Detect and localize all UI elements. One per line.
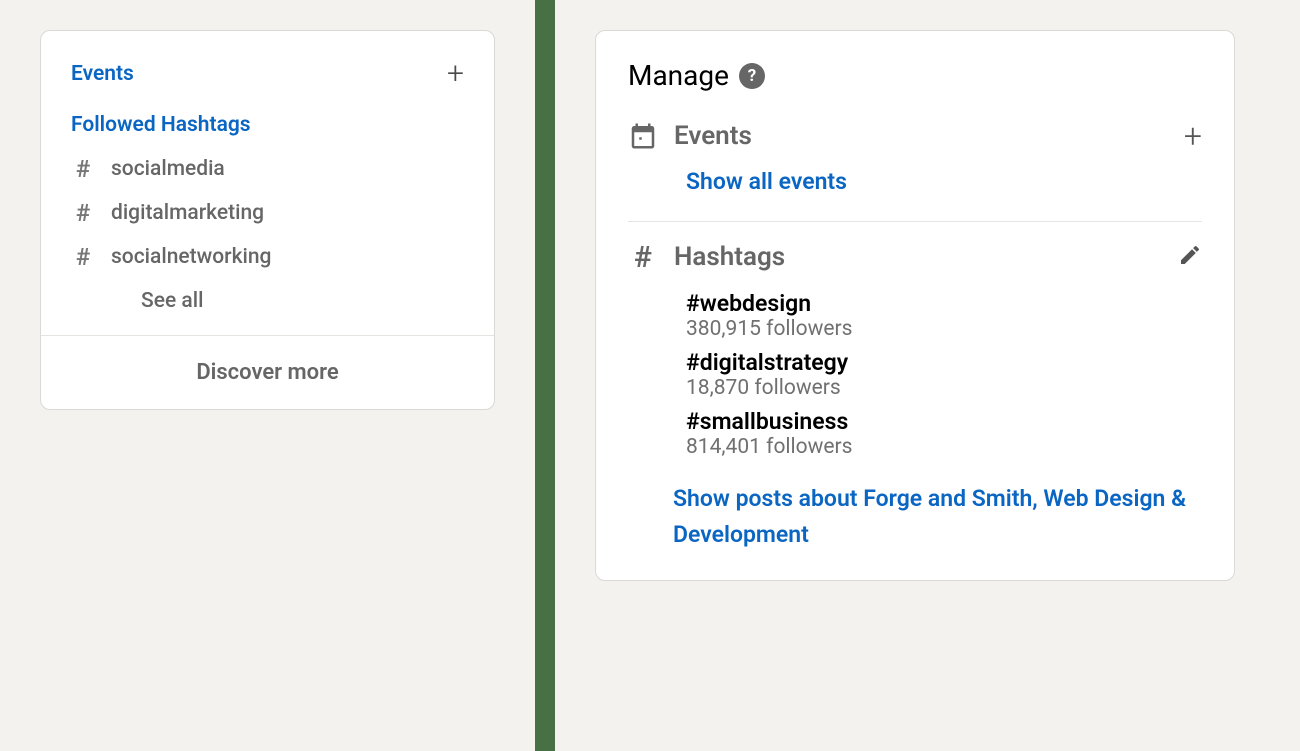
followed-hashtags-section: Followed Hashtags [41,101,494,137]
hashtag-followers: 380,915 followers [686,317,1202,341]
hashtags-row: # Hashtags [628,238,1202,276]
show-all-events-link[interactable]: Show all events [628,156,1202,215]
sidebar-card: Events + Followed Hashtags # socialmedia… [40,30,495,410]
plus-icon[interactable]: + [1184,120,1202,152]
manage-header: Manage ? [628,59,1202,92]
plus-icon[interactable]: + [447,59,464,89]
followed-hashtag-list: #webdesign 380,915 followers #digitalstr… [628,276,1202,459]
see-all-link[interactable]: See all [71,279,464,335]
vertical-divider [535,0,555,751]
hashtag-item[interactable]: # socialnetworking [71,235,464,279]
followed-hashtag-item[interactable]: #digitalstrategy 18,870 followers [686,349,1202,400]
manage-card: Manage ? Events + Show all events [595,30,1235,581]
followed-hashtags-link[interactable]: Followed Hashtags [71,113,251,137]
show-posts-link[interactable]: Show posts about Forge and Smith, Web De… [628,467,1202,552]
events-row: Events + [628,116,1202,156]
events-label: Events [674,121,752,151]
app-container: Events + Followed Hashtags # socialmedia… [0,0,1300,751]
hashtag-icon: # [71,243,95,271]
help-icon[interactable]: ? [739,63,765,89]
followed-hashtag-item[interactable]: #webdesign 380,915 followers [686,290,1202,341]
calendar-icon [628,121,658,151]
left-pane: Events + Followed Hashtags # socialmedia… [0,0,535,751]
hashtag-tag: #smallbusiness [686,408,1202,435]
hashtag-name: socialmedia [111,157,225,181]
edit-icon[interactable] [1178,243,1202,271]
events-section: Events + [41,31,494,101]
followed-hashtag-item[interactable]: #smallbusiness 814,401 followers [686,408,1202,459]
hashtag-tag: #webdesign [686,290,1202,317]
hashtag-icon: # [71,199,95,227]
events-link[interactable]: Events [71,62,134,86]
hashtag-list: # socialmedia # digitalmarketing # socia… [41,137,494,335]
hashtags-label: Hashtags [674,242,785,272]
hashtag-name: socialnetworking [111,245,271,269]
hashtag-icon: # [628,242,658,272]
hashtag-followers: 814,401 followers [686,435,1202,459]
divider [628,221,1202,222]
hashtag-icon: # [71,155,95,183]
hashtag-item[interactable]: # socialmedia [71,147,464,191]
hashtag-item[interactable]: # digitalmarketing [71,191,464,235]
manage-title: Manage [628,59,729,92]
hashtag-followers: 18,870 followers [686,376,1202,400]
right-pane: Manage ? Events + Show all events [555,0,1300,751]
discover-more-link[interactable]: Discover more [41,335,494,409]
hashtag-tag: #digitalstrategy [686,349,1202,376]
hashtag-name: digitalmarketing [111,201,264,225]
